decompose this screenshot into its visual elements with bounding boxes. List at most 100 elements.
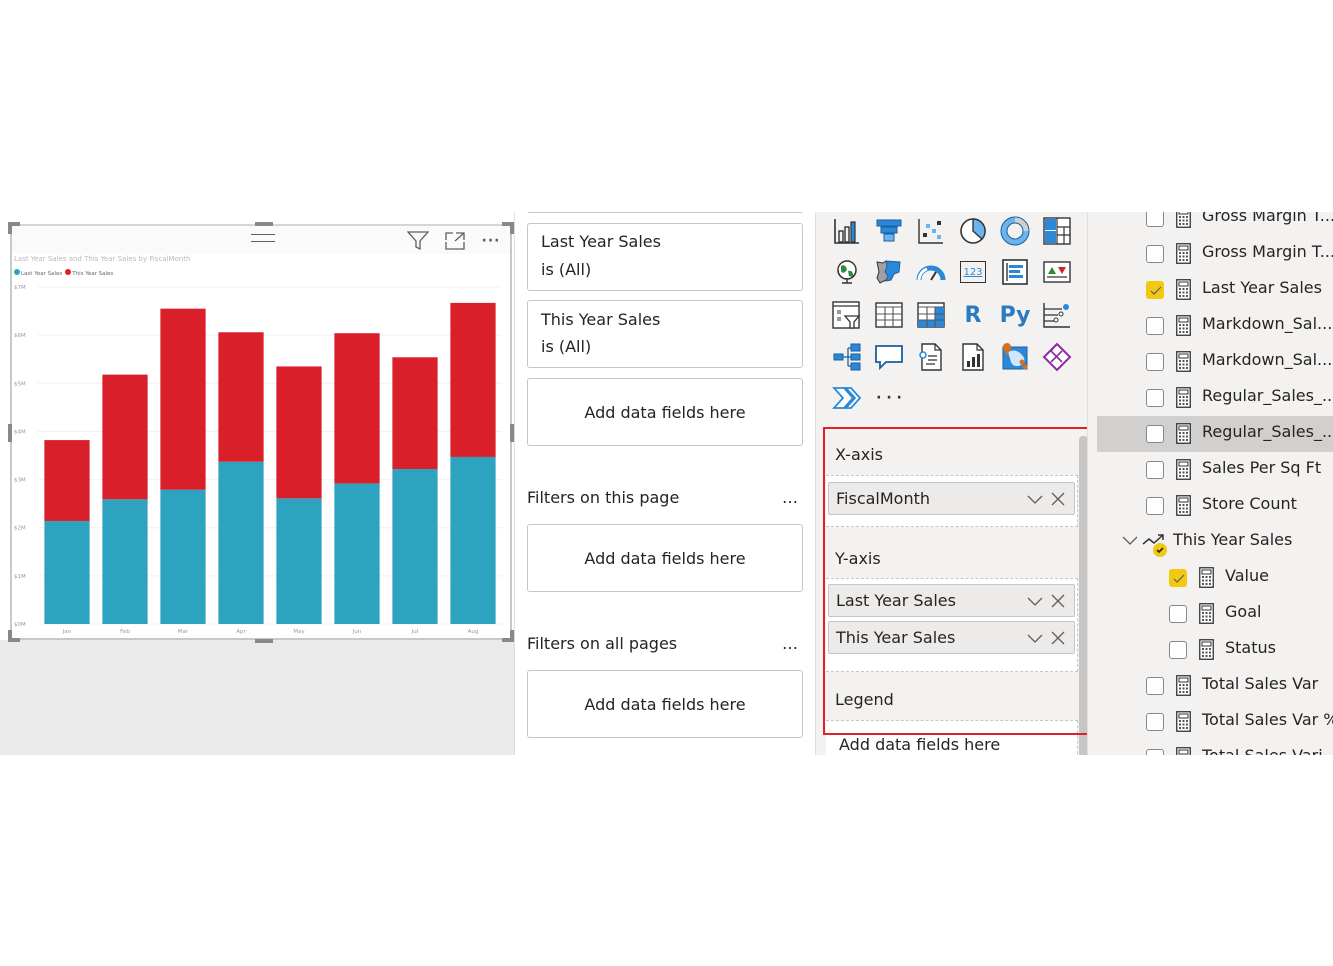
checkbox[interactable]: [1146, 677, 1164, 695]
checkbox[interactable]: [1146, 353, 1164, 371]
field-item[interactable]: Total Sales Vari...: [1097, 740, 1333, 755]
arcgis-map-icon[interactable]: [998, 340, 1032, 374]
bar-last-year-mar[interactable]: [160, 489, 206, 624]
slicer-icon[interactable]: [830, 298, 864, 332]
pie-chart-icon[interactable]: [956, 214, 990, 248]
smart-narrative-icon[interactable]: [914, 340, 948, 374]
scatter-chart-icon[interactable]: [914, 214, 948, 248]
kpi-group-this-year-sales[interactable]: This Year Sales: [1097, 524, 1333, 560]
power-apps-icon[interactable]: [1040, 340, 1074, 374]
field-label: Gross Margin T...: [1202, 242, 1333, 261]
bar-this-year-jan[interactable]: [44, 440, 90, 521]
checkbox[interactable]: [1146, 749, 1164, 755]
donut-chart-icon[interactable]: [998, 214, 1032, 248]
checkbox-checked[interactable]: [1146, 281, 1164, 299]
bar-last-year-aug[interactable]: [450, 456, 496, 624]
field-item[interactable]: Total Sales Var: [1097, 668, 1333, 704]
more-visuals-icon[interactable]: · · ·: [872, 381, 906, 415]
checkbox[interactable]: [1146, 317, 1164, 335]
bar-this-year-apr[interactable]: [218, 332, 264, 462]
chevron-down-icon[interactable]: [1121, 534, 1139, 548]
field-item[interactable]: Store Count: [1097, 488, 1333, 524]
calculator-measure-icon: [1176, 711, 1191, 732]
x-tick-label: Aug: [468, 629, 479, 635]
checkbox[interactable]: [1146, 461, 1164, 479]
resize-handle-right[interactable]: [510, 424, 514, 442]
field-item[interactable]: Status: [1097, 632, 1333, 668]
field-label: Markdown_Sal...: [1202, 350, 1333, 369]
r-script-visual-icon[interactable]: R: [956, 298, 990, 332]
x-tick-label: Jun: [352, 629, 362, 635]
calculator-measure-icon: [1176, 747, 1191, 755]
chart-title: Last Year Sales and This Year Sales by F…: [14, 255, 191, 263]
filter-card-this-year-sales[interactable]: This Year Sales is (All): [527, 300, 803, 368]
checkbox[interactable]: [1169, 641, 1187, 659]
bar-last-year-may[interactable]: [276, 498, 322, 624]
checkbox[interactable]: [1146, 389, 1164, 407]
filled-map-icon[interactable]: [872, 255, 906, 289]
field-item[interactable]: Regular_Sales_...: [1097, 380, 1333, 416]
more-options-icon[interactable]: ···: [478, 230, 504, 252]
bar-this-year-jun[interactable]: [334, 333, 380, 484]
all-pages-filter-drop-zone[interactable]: Add data fields here: [527, 670, 803, 738]
field-item[interactable]: Gross Margin T...: [1097, 236, 1333, 272]
decomposition-tree-icon[interactable]: [830, 340, 864, 374]
checkbox[interactable]: [1146, 497, 1164, 515]
field-item[interactable]: Value: [1097, 560, 1333, 596]
bar-last-year-jul[interactable]: [392, 468, 438, 624]
page-filter-drop-zone[interactable]: Add data fields here: [527, 524, 803, 592]
qa-icon[interactable]: [872, 340, 906, 374]
all-pages-filters-more-button[interactable]: …: [782, 634, 799, 653]
card-icon[interactable]: 123: [956, 255, 990, 289]
field-item[interactable]: Goal: [1097, 596, 1333, 632]
bar-last-year-jun[interactable]: [334, 483, 380, 624]
treemap-icon[interactable]: [1040, 214, 1074, 248]
field-item[interactable]: Markdown_Sal...: [1097, 344, 1333, 380]
checkbox-checked[interactable]: [1169, 569, 1187, 587]
calculator-measure-icon: [1176, 351, 1191, 372]
python-visual-icon[interactable]: Py: [998, 298, 1032, 332]
table-icon[interactable]: [872, 298, 906, 332]
page-filters-more-button[interactable]: …: [782, 488, 799, 507]
bar-last-year-apr[interactable]: [218, 461, 264, 624]
gauge-icon[interactable]: [914, 255, 948, 289]
bar-this-year-jul[interactable]: [392, 357, 438, 469]
power-automate-icon[interactable]: [830, 381, 864, 415]
field-item[interactable]: Gross Margin T...: [1097, 212, 1333, 236]
checkbox[interactable]: [1146, 713, 1164, 731]
resize-handle-bottom[interactable]: [255, 639, 273, 643]
paginated-report-icon[interactable]: [956, 340, 990, 374]
drag-grip-icon[interactable]: [251, 234, 275, 242]
bar-this-year-mar[interactable]: [160, 308, 206, 490]
filter-card-last-year-sales[interactable]: Last Year Sales is (All): [527, 223, 803, 291]
calculator-measure-icon: [1176, 279, 1191, 300]
bar-last-year-jan[interactable]: [44, 520, 90, 624]
field-item[interactable]: Last Year Sales: [1097, 272, 1333, 308]
field-item[interactable]: Total Sales Var %: [1097, 704, 1333, 740]
matrix-icon[interactable]: [914, 298, 948, 332]
field-item[interactable]: Sales Per Sq Ft: [1097, 452, 1333, 488]
report-canvas: ··· Last Year Sales and This Year Sales …: [0, 212, 515, 755]
filter-icon[interactable]: [405, 230, 431, 252]
focus-mode-icon[interactable]: [442, 230, 468, 252]
field-label: Store Count: [1202, 494, 1297, 513]
checkbox[interactable]: [1146, 245, 1164, 263]
checkbox[interactable]: [1146, 212, 1164, 227]
map-icon[interactable]: [830, 255, 864, 289]
kpi-icon[interactable]: [1040, 255, 1074, 289]
key-influencers-icon[interactable]: [1040, 298, 1074, 332]
stacked-column-chart-icon[interactable]: [830, 214, 864, 248]
kpi-group-label: This Year Sales: [1173, 530, 1293, 549]
visual-filter-drop-zone[interactable]: Add data fields here: [527, 378, 803, 446]
field-item[interactable]: Regular_Sales_...: [1097, 416, 1333, 452]
multi-row-card-icon[interactable]: [998, 255, 1032, 289]
stacked-column-chart-visual[interactable]: ··· Last Year Sales and This Year Sales …: [8, 222, 514, 643]
bar-this-year-aug[interactable]: [450, 302, 496, 457]
funnel-icon[interactable]: [872, 214, 906, 248]
field-item[interactable]: Markdown_Sal...: [1097, 308, 1333, 344]
bar-last-year-feb[interactable]: [102, 499, 148, 624]
checkbox[interactable]: [1169, 605, 1187, 623]
bar-this-year-may[interactable]: [276, 366, 322, 499]
bar-this-year-feb[interactable]: [102, 374, 148, 500]
checkbox[interactable]: [1146, 425, 1164, 443]
